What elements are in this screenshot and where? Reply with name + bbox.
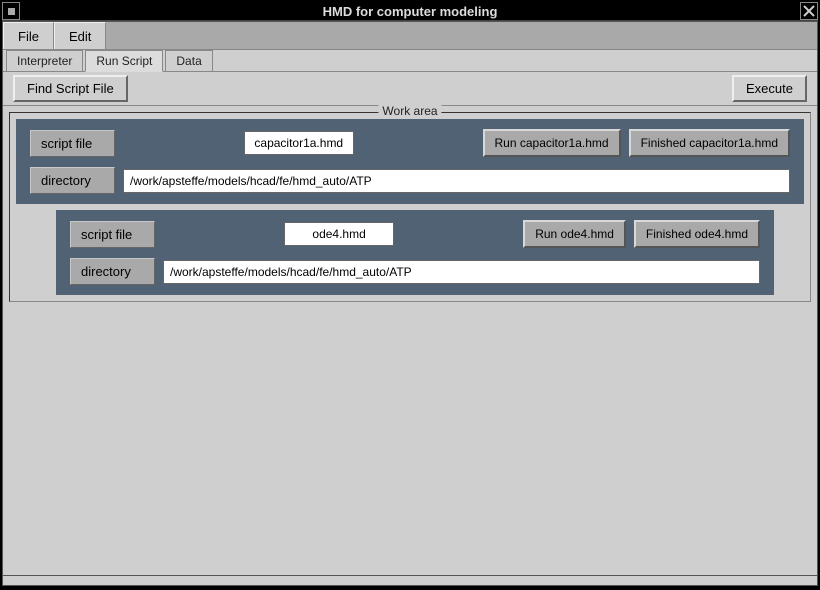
toolbar: Find Script File Execute xyxy=(3,72,817,106)
execute-button[interactable]: Execute xyxy=(732,75,807,102)
panel-wrapper-0: script file capacitor1a.hmd Run capacito… xyxy=(16,119,804,204)
run-script-button[interactable]: Run capacitor1a.hmd xyxy=(483,129,621,157)
directory-label: directory xyxy=(30,167,115,194)
window-body: File Edit Interpreter Run Script Data Fi… xyxy=(2,21,818,576)
script-file-label: script file xyxy=(70,221,155,248)
script-file-field[interactable]: ode4.hmd xyxy=(284,222,394,246)
script-file-field[interactable]: capacitor1a.hmd xyxy=(244,131,354,155)
script-panel: script file capacitor1a.hmd Run capacito… xyxy=(16,119,804,204)
window-title: HMD for computer modeling xyxy=(2,4,818,19)
directory-field[interactable]: /work/apsteffe/models/hcad/fe/hmd_auto/A… xyxy=(123,169,790,193)
tabrow: Interpreter Run Script Data xyxy=(3,50,817,72)
find-script-file-button[interactable]: Find Script File xyxy=(13,75,128,102)
run-script-button[interactable]: Run ode4.hmd xyxy=(523,220,626,248)
script-file-label: script file xyxy=(30,130,115,157)
tab-run-script[interactable]: Run Script xyxy=(85,50,163,72)
titlebar: HMD for computer modeling xyxy=(2,2,818,21)
tab-data[interactable]: Data xyxy=(165,50,212,71)
window-frame: HMD for computer modeling File Edit Inte… xyxy=(0,0,820,590)
menu-edit[interactable]: Edit xyxy=(54,22,106,49)
menubar: File Edit xyxy=(3,22,817,50)
window-menu-icon xyxy=(8,8,15,15)
statusbar xyxy=(2,576,818,586)
menu-file[interactable]: File xyxy=(3,22,54,49)
close-button[interactable] xyxy=(800,2,818,20)
content-area: Work area script file capacitor1a.hmd Ru… xyxy=(3,106,817,575)
panel-wrapper-1: script file ode4.hmd Run ode4.hmd Finish… xyxy=(56,210,774,295)
close-icon xyxy=(803,5,815,17)
script-panel: script file ode4.hmd Run ode4.hmd Finish… xyxy=(56,210,774,295)
work-area-legend: Work area xyxy=(378,104,441,118)
directory-label: directory xyxy=(70,258,155,285)
window-menu-button[interactable] xyxy=(2,2,20,20)
finished-script-button[interactable]: Finished ode4.hmd xyxy=(634,220,760,248)
directory-field[interactable]: /work/apsteffe/models/hcad/fe/hmd_auto/A… xyxy=(163,260,760,284)
tab-interpreter[interactable]: Interpreter xyxy=(6,50,83,71)
work-area-fieldset: Work area script file capacitor1a.hmd Ru… xyxy=(9,112,811,302)
finished-script-button[interactable]: Finished capacitor1a.hmd xyxy=(629,129,790,157)
